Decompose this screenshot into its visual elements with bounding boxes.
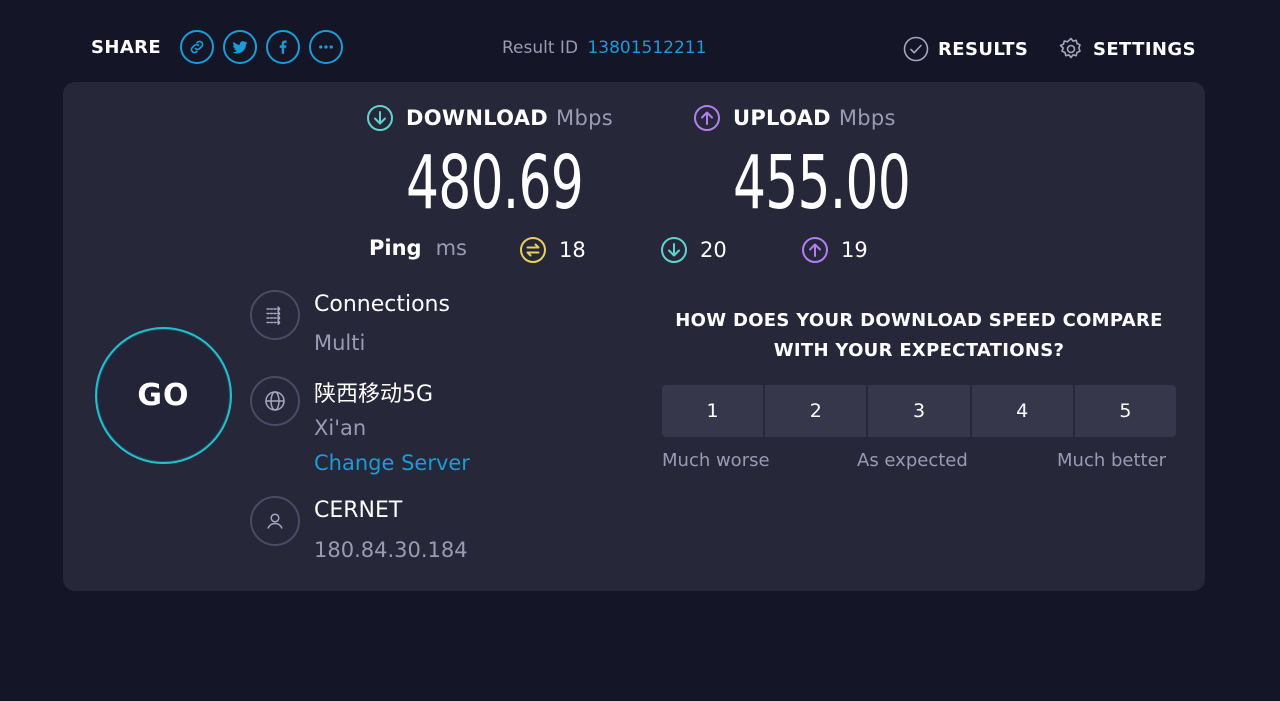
rating-low-label: Much worse [662,450,770,471]
rating-mid-label: As expected [857,450,968,471]
results-button[interactable]: RESULTS [903,36,1028,62]
settings-button[interactable]: SETTINGS [1058,36,1196,62]
download-latency-icon [661,237,687,263]
ping-download: 20 [660,236,727,264]
rating-button-5[interactable]: 5 [1074,385,1177,437]
results-panel: DOWNLOAD Mbps 480.69 UPLOAD Mbps 455.00 … [63,82,1205,591]
rating-scale: 1 2 3 4 5 [662,385,1177,437]
idle-latency-icon [520,237,546,263]
rating-button-3[interactable]: 3 [868,385,970,437]
facebook-icon[interactable] [266,30,301,64]
ping-upload-value: 19 [841,238,868,262]
server-name: 陕西移动5G [314,382,434,407]
change-server-link[interactable]: Change Server [314,451,470,475]
isp-name: CERNET [314,498,403,523]
ping-download-value: 20 [700,238,727,262]
gear-icon [1059,37,1081,59]
ping-upload: 19 [801,236,868,264]
rating-button-2[interactable]: 2 [765,385,867,437]
ping-label: Ping [369,236,422,260]
link-icon[interactable] [180,30,215,64]
go-button[interactable]: GO [95,327,232,464]
download-header: DOWNLOAD Mbps [366,104,613,132]
download-unit: Mbps [556,106,613,130]
isp-ip: 180.84.30.184 [314,538,468,562]
upload-latency-icon [802,237,828,263]
connections-title: Connections [314,292,450,317]
result-id: Result ID 13801512211 [502,38,706,58]
connections-icon [250,290,300,340]
upload-arrow-icon [694,105,720,131]
upload-header: UPLOAD Mbps [693,104,896,132]
ping-idle-value: 18 [559,238,586,262]
connections-value[interactable]: Multi [314,331,365,355]
download-arrow-icon [367,105,393,131]
rating-button-4[interactable]: 4 [971,385,1073,437]
survey-question: HOW DOES YOUR DOWNLOAD SPEED COMPARE WIT… [675,310,1163,361]
top-bar: SHARE Result ID 13801512211 RESULTS SETT… [0,0,1280,82]
user-icon [250,496,300,546]
download-speed-value: 480.69 [406,140,584,226]
upload-label: UPLOAD [733,106,831,130]
download-label: DOWNLOAD [406,106,549,130]
rating-button-1[interactable]: 1 [662,385,764,437]
twitter-icon[interactable] [223,30,258,64]
share-group: SHARE [91,30,344,64]
more-options-icon[interactable] [309,30,344,64]
upload-speed-value: 455.00 [733,140,911,226]
server-location: Xi'an [314,416,367,440]
settings-label: SETTINGS [1093,38,1196,60]
check-circle-icon [903,36,929,62]
ping-label-group: Ping ms [369,236,467,260]
upload-unit: Mbps [838,106,896,130]
result-id-link[interactable]: 13801512211 [587,38,706,58]
results-label: RESULTS [938,38,1029,60]
share-label: SHARE [91,36,162,58]
rating-high-label: Much better [1057,450,1167,471]
ping-idle: 18 [519,236,586,264]
globe-icon [250,376,300,426]
ping-unit: ms [435,236,467,260]
result-id-label: Result ID [502,38,579,58]
